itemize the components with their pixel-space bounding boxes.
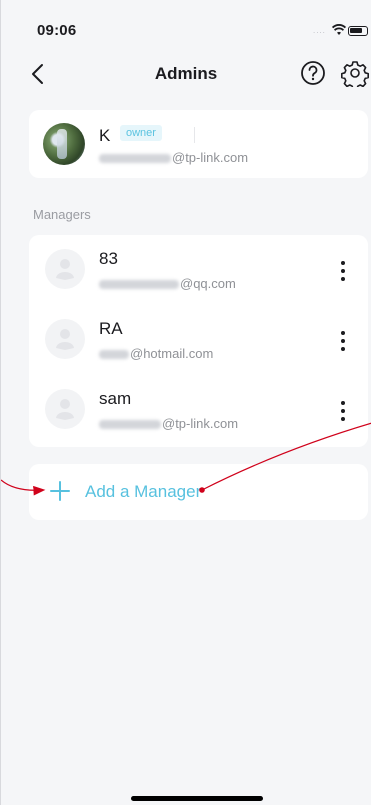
manager-email-domain: @hotmail.com: [130, 346, 214, 361]
home-indicator: [131, 796, 263, 801]
status-bar: 09:06 ....: [1, 0, 371, 46]
manager-name: RA: [99, 319, 123, 338]
default-avatar-icon: [45, 389, 85, 429]
owner-name: K: [99, 126, 111, 145]
manager-email: @tp-link.com: [99, 416, 238, 431]
owner-email-domain: @tp-link.com: [172, 150, 249, 165]
more-options-icon[interactable]: [331, 397, 355, 425]
manager-email-domain: @qq.com: [180, 276, 236, 291]
admins-screen: 09:06 .... Admins K owner @tp-link.com M…: [0, 0, 371, 805]
help-icon[interactable]: [299, 59, 327, 87]
manager-row[interactable]: sam @tp-link.com: [29, 375, 368, 445]
plus-icon: [50, 481, 70, 501]
manager-row[interactable]: 83 @qq.com: [29, 235, 368, 305]
add-manager-label: Add a Manager: [85, 482, 202, 501]
more-options-icon[interactable]: [331, 327, 355, 355]
manager-email: @hotmail.com: [99, 346, 213, 361]
owner-badge: owner: [120, 125, 162, 141]
redacted-email-prefix: [99, 280, 179, 290]
managers-list: 83 @qq.com RA @hotmail.com sam @tp-link.…: [29, 235, 368, 447]
wifi-icon: [332, 24, 346, 35]
battery-icon: [348, 26, 368, 36]
status-time: 09:06: [37, 22, 77, 39]
redacted-email-prefix: [99, 350, 129, 360]
add-manager-button[interactable]: Add a Manager: [29, 464, 368, 520]
managers-section-label: Managers: [33, 207, 91, 222]
nav-bar: Admins: [1, 52, 371, 96]
default-avatar-icon: [45, 319, 85, 359]
manager-name: 83: [99, 249, 118, 268]
signal-icon: ....: [313, 26, 326, 35]
more-options-icon[interactable]: [331, 257, 355, 285]
owner-avatar: [43, 123, 85, 165]
manager-row[interactable]: RA @hotmail.com: [29, 305, 368, 375]
owner-card: K owner @tp-link.com: [29, 110, 368, 178]
default-avatar-icon: [45, 249, 85, 289]
settings-icon[interactable]: [341, 59, 369, 87]
manager-name: sam: [99, 389, 132, 408]
manager-email: @qq.com: [99, 276, 236, 291]
redacted-email-prefix: [99, 154, 171, 164]
owner-email: @tp-link.com: [99, 150, 248, 165]
redacted-email-prefix: [99, 420, 161, 430]
divider: [194, 127, 195, 143]
manager-email-domain: @tp-link.com: [162, 416, 239, 431]
